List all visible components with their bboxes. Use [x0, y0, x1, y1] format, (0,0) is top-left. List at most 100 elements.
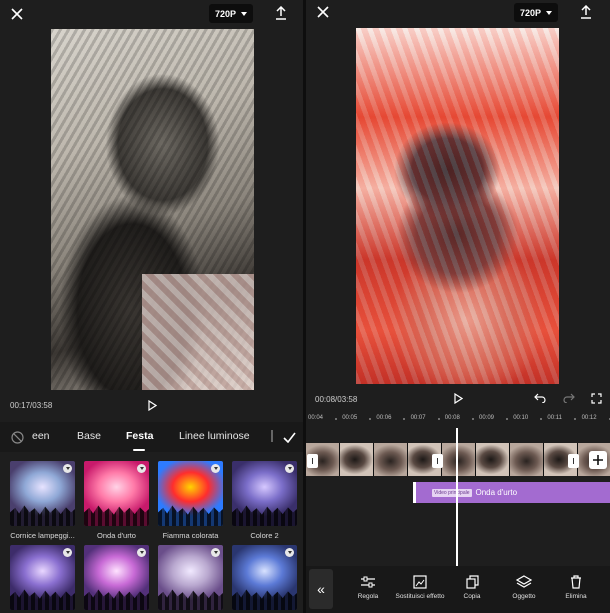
ruler-dot — [369, 418, 372, 420]
effect-label: Fiamma colorata — [162, 531, 219, 540]
no-effect-icon[interactable] — [9, 429, 25, 445]
effect-thumbnail — [84, 545, 149, 610]
copy-icon — [446, 574, 498, 590]
effect-item[interactable]: Fiamma colorata — [158, 461, 223, 540]
video-frame-thumbnail — [374, 443, 408, 476]
crowd-silhouette — [158, 589, 223, 610]
play-icon[interactable] — [451, 391, 465, 405]
tab-linee-luminose[interactable]: Linee luminose — [179, 430, 250, 442]
resolution-dropdown[interactable]: 720P — [209, 4, 254, 23]
download-icon[interactable] — [63, 464, 72, 473]
adjust-button[interactable]: Regola — [342, 574, 394, 600]
ruler-dot — [540, 418, 543, 420]
ruler-dot — [437, 418, 440, 420]
tool-label: Elimina — [565, 593, 587, 600]
close-icon[interactable] — [8, 6, 26, 22]
effect-thumbnail — [232, 545, 297, 610]
download-icon[interactable] — [137, 464, 146, 473]
delete-button[interactable]: Elimina — [550, 574, 602, 600]
ruler-tick-label: 00:10 — [513, 415, 529, 421]
copy-button[interactable]: Copia — [446, 574, 498, 600]
effect-item[interactable]: Colore 2 — [232, 461, 297, 540]
crowd-silhouette — [158, 505, 223, 526]
download-icon[interactable] — [285, 464, 294, 473]
fire-effect-image — [356, 28, 559, 384]
effect-item[interactable]: Onda d'urto — [84, 461, 149, 540]
crowd-silhouette — [232, 589, 297, 610]
tool-label: Oggetto — [512, 593, 536, 600]
effect-track-label: Onda d'urto — [475, 488, 518, 497]
trash-icon — [550, 574, 602, 590]
ruler-tick-label: 00:12 — [581, 415, 597, 421]
caret-down-icon — [241, 11, 248, 16]
crowd-silhouette — [84, 505, 149, 526]
object-button[interactable]: Oggetto — [498, 574, 550, 600]
ruler-tick-label: 00:06 — [376, 415, 392, 421]
export-icon[interactable] — [272, 4, 290, 22]
effect-thumbnail — [232, 461, 297, 526]
left-editor-screen: 720P 00:17/03:58 een Base Festa Linee lu… — [0, 0, 303, 613]
ruler-tick-label: 00:05 — [342, 415, 358, 421]
undo-icon[interactable] — [533, 391, 547, 405]
transition-marker[interactable] — [432, 454, 443, 468]
video-frame-thumbnail — [340, 443, 374, 476]
crowd-silhouette — [84, 589, 149, 610]
tabs-divider — [271, 430, 273, 442]
resolution-label: 720P — [520, 7, 542, 18]
ruler-dot — [335, 418, 337, 420]
add-clip-button[interactable] — [589, 451, 607, 469]
double-chevron-left-icon: « — [317, 581, 325, 597]
effect-target-tag: Video principale — [432, 488, 472, 497]
resolution-dropdown[interactable]: 720P — [514, 3, 559, 22]
ruler-dot — [574, 418, 577, 420]
video-preview[interactable] — [51, 29, 254, 390]
download-icon[interactable] — [211, 464, 220, 473]
main-video-track[interactable] — [306, 443, 610, 476]
right-editor-screen: 720P 00:08/03:58 00:04 00:05 00:06 00:07 00:… — [306, 0, 610, 613]
fullscreen-icon[interactable] — [589, 391, 603, 405]
download-icon[interactable] — [63, 548, 72, 557]
tab-base[interactable]: Base — [77, 430, 101, 442]
transition-marker[interactable] — [568, 454, 579, 468]
download-icon[interactable] — [137, 548, 146, 557]
effect-thumbnail — [10, 545, 75, 610]
download-icon[interactable] — [285, 548, 294, 557]
check-icon[interactable] — [281, 429, 297, 445]
effect-thumbnail — [158, 545, 223, 610]
ruler-dot — [471, 418, 474, 420]
tool-label: Sostituisci effetto — [395, 593, 445, 600]
export-icon[interactable] — [577, 3, 595, 21]
crowd-silhouette — [232, 505, 297, 526]
ruler-tick-label: 00:04 — [308, 415, 324, 421]
collapse-toolbar-button[interactable]: « — [309, 569, 333, 609]
video-preview[interactable] — [356, 28, 559, 384]
play-icon[interactable] — [145, 398, 159, 412]
effect-item[interactable]: Cornice lampeggi... — [10, 461, 75, 540]
resolution-label: 720P — [215, 8, 237, 19]
tab-festa[interactable]: Festa — [126, 430, 153, 442]
effect-track[interactable]: Video principale Onda d'urto — [413, 482, 610, 503]
transition-marker[interactable] — [307, 454, 318, 468]
tool-label: Copia — [463, 593, 481, 600]
effect-item[interactable] — [158, 545, 223, 613]
tab-partial[interactable]: een — [32, 430, 50, 442]
ruler-tick-label: 00:09 — [479, 415, 495, 421]
download-icon[interactable] — [211, 548, 220, 557]
effect-thumbnail — [10, 461, 75, 526]
ruler-tick-label: 00:11 — [547, 415, 562, 421]
effect-label: Cornice lampeggi... — [10, 531, 75, 540]
tool-label: Regola — [357, 593, 379, 600]
video-frame-thumbnail — [442, 443, 476, 476]
close-icon[interactable] — [314, 4, 332, 20]
redo-icon[interactable] — [562, 391, 576, 405]
effect-item[interactable] — [232, 545, 297, 613]
ruler-dot — [403, 418, 406, 420]
playhead[interactable] — [456, 428, 458, 566]
blanket-area — [142, 274, 254, 390]
replace-effect-button[interactable]: Sostituisci effetto — [394, 574, 446, 600]
effect-category-tabs: een Base Festa Linee luminose — [0, 422, 303, 452]
active-tab-indicator — [133, 449, 145, 451]
effect-item[interactable] — [84, 545, 149, 613]
video-frame-thumbnail — [476, 443, 510, 476]
effect-item[interactable] — [10, 545, 75, 613]
